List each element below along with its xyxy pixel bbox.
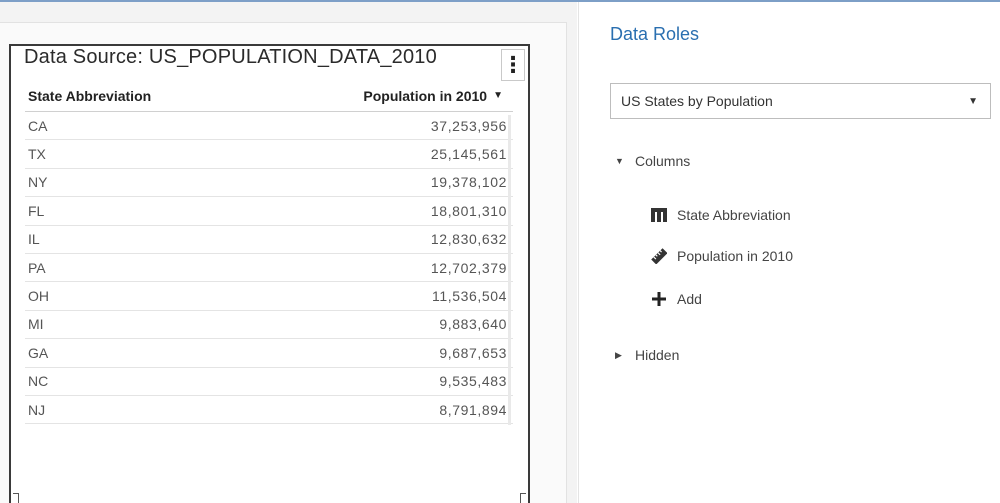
column-item-state-abbreviation[interactable]: State Abbreviation	[651, 207, 791, 223]
state-cell: NC	[28, 373, 49, 390]
canvas-page-edge	[566, 22, 577, 503]
category-icon	[651, 207, 667, 223]
table-row[interactable]: NY 19,378,102	[25, 169, 513, 198]
table-row[interactable]: PA 12,702,379	[25, 254, 513, 283]
population-cell: 9,535,483	[439, 373, 507, 390]
resize-handle-right[interactable]	[520, 493, 526, 503]
population-cell: 25,145,561	[430, 146, 507, 163]
state-cell: FL	[28, 202, 45, 219]
hidden-section-label: Hidden	[635, 347, 680, 363]
table-scrollbar[interactable]	[508, 115, 511, 425]
column-header-state[interactable]: State Abbreviation	[25, 88, 363, 104]
table-row[interactable]: OH 11,536,504	[25, 282, 513, 311]
table-row[interactable]: MI 9,883,640	[25, 311, 513, 340]
column-item-population[interactable]: Population in 2010	[651, 248, 793, 264]
table-row[interactable]: CA 37,253,956	[25, 112, 513, 141]
state-cell: CA	[28, 117, 48, 134]
collapsed-triangle-icon: ▶	[615, 349, 622, 360]
resize-handle-left[interactable]	[13, 493, 19, 503]
population-cell: 9,883,640	[439, 316, 507, 333]
report-title: Data Source: US_POPULATION_DATA_2010	[24, 46, 437, 68]
data-roles-panel: Data Roles US States by Population ▼ ▼ C…	[578, 2, 1000, 503]
add-column-button[interactable]: Add	[651, 291, 702, 307]
population-cell: 12,702,379	[430, 259, 507, 276]
table-header: State Abbreviation Population in 2010 ▼	[25, 80, 513, 112]
population-cell: 11,536,504	[431, 288, 507, 305]
population-cell: 9,687,653	[439, 344, 507, 361]
state-cell: MI	[28, 316, 44, 333]
object-select-dropdown[interactable]: US States by Population ▼	[610, 83, 991, 119]
population-cell: 8,791,894	[439, 401, 507, 418]
table-row[interactable]: IL 12,830,632	[25, 226, 513, 254]
column-item-label: State Abbreviation	[677, 207, 791, 223]
report-canvas: ::: ⋮ Data Source: US_POPULATION_DATA_20…	[0, 2, 577, 503]
kebab-menu-icon: ⋮	[502, 52, 524, 77]
state-cell: TX	[28, 146, 46, 163]
population-cell: 19,378,102	[430, 174, 507, 191]
columns-section-label: Columns	[635, 153, 691, 169]
column-header-population-label: Population in 2010	[363, 87, 488, 104]
panel-title: Data Roles	[610, 24, 700, 44]
table-row[interactable]: TX 25,145,561	[25, 140, 513, 169]
sort-descending-icon[interactable]: ▼	[493, 90, 503, 101]
column-item-label: Population in 2010	[677, 248, 793, 264]
dropdown-value: US States by Population	[621, 93, 773, 109]
table-row[interactable]: NC 9,535,483	[25, 368, 513, 396]
state-cell: IL	[28, 231, 40, 248]
hidden-section-toggle[interactable]: ▶ Hidden	[615, 347, 679, 363]
state-cell: GA	[28, 344, 49, 361]
state-cell: NY	[28, 174, 48, 191]
chevron-down-icon: ▼	[968, 95, 978, 107]
add-label: Add	[677, 291, 702, 307]
more-options-button[interactable]: ⋮	[501, 49, 525, 81]
state-cell: PA	[28, 259, 46, 276]
measure-ruler-icon	[651, 248, 667, 264]
column-header-population[interactable]: Population in 2010 ▼	[363, 88, 513, 104]
expanded-triangle-icon: ▼	[615, 156, 624, 166]
population-cell: 12,830,632	[430, 231, 507, 248]
plus-icon	[651, 291, 667, 307]
columns-section-toggle[interactable]: ▼ Columns	[615, 153, 690, 169]
state-cell: NJ	[28, 401, 46, 418]
state-cell: OH	[28, 288, 49, 305]
table-row[interactable]: FL 18,801,310	[25, 197, 513, 226]
table-row[interactable]: NJ 8,791,894	[25, 396, 513, 425]
population-cell: 37,253,956	[430, 117, 507, 134]
table-row[interactable]: GA 9,687,653	[25, 339, 513, 368]
population-table: State Abbreviation Population in 2010 ▼ …	[25, 80, 513, 425]
population-cell: 18,801,310	[430, 202, 507, 219]
